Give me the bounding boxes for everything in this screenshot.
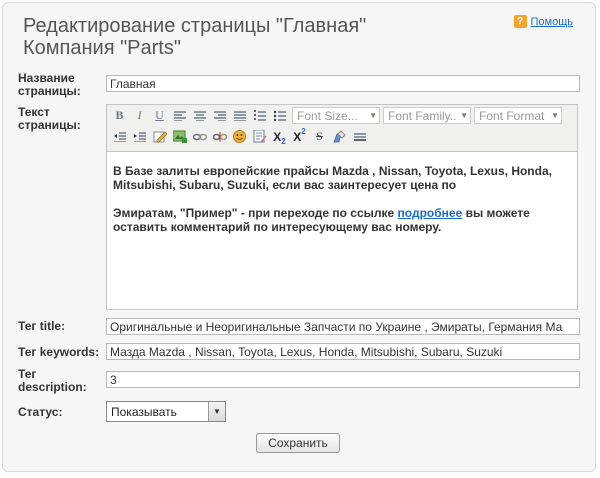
editor-content[interactable]: В Базе залиты европейские прайсы Mazda ,… (107, 151, 577, 309)
description-label: Тег description: (18, 367, 87, 394)
align-justify-icon[interactable] (230, 106, 249, 125)
keywords-label: Тег keywords: (18, 345, 100, 359)
align-right-icon[interactable] (210, 106, 229, 125)
status-select-value: Показывать (111, 404, 177, 419)
page-title: Редактирование страницы "Главная" Компан… (23, 15, 463, 59)
title-tag-input[interactable]: Оригинальные и Неоригинальные Запчасти п… (106, 318, 580, 335)
help[interactable]: ? Помощь (513, 15, 574, 28)
edit-icon[interactable] (150, 127, 169, 146)
unordered-list-icon[interactable] (270, 106, 289, 125)
italic-icon[interactable]: I (130, 106, 149, 125)
align-center-icon[interactable] (190, 106, 209, 125)
editor-toolbar-row2: X2 X2 S (107, 126, 577, 147)
bold-icon[interactable]: B (110, 106, 129, 125)
image-icon[interactable] (170, 127, 189, 146)
chevron-down-icon: ▼ (369, 111, 377, 120)
page-title-line2: Компания "Parts" (23, 37, 181, 59)
emoticon-icon[interactable] (230, 127, 249, 146)
outdent-icon[interactable] (110, 127, 129, 146)
help-link[interactable]: Помощь (531, 16, 574, 28)
clean-icon[interactable] (330, 127, 349, 146)
subscript-icon[interactable]: X2 (270, 127, 289, 147)
font-format-select[interactable]: Font Format ▼ (474, 107, 562, 124)
editor-paragraph-2: Эмиратам, "Пример" - при переходе по ссы… (113, 206, 571, 234)
indent-icon[interactable] (130, 127, 149, 146)
description-input[interactable]: 3 (106, 371, 580, 388)
font-format-placeholder: Font Format (479, 108, 545, 123)
help-icon[interactable]: ? (513, 15, 527, 28)
font-family-select[interactable]: Font Family.. ▼ (383, 107, 471, 124)
chevron-down-icon: ▼ (460, 111, 468, 120)
font-size-placeholder: Font Size... (297, 108, 358, 123)
link-icon[interactable] (190, 127, 209, 146)
paragraph-2-text-start: Эмиратам, "Пример" - при переходе по ссы… (113, 206, 398, 220)
status-select[interactable]: Показывать ▼ (106, 401, 226, 422)
align-left-icon[interactable] (170, 106, 189, 125)
rich-text-editor: B I U Font Size... ▼ Font Family.. ▼ Font … (106, 104, 578, 310)
underline-icon[interactable]: U (150, 106, 169, 125)
save-button[interactable]: Сохранить (256, 433, 340, 453)
page-title-line1: Редактирование страницы "Главная" (23, 15, 367, 37)
code-icon[interactable] (250, 127, 269, 146)
editor-toolbar-row1: B I U Font Size... ▼ Font Family.. ▼ Font … (107, 105, 577, 126)
strikethrough-icon[interactable]: S (310, 127, 329, 146)
ordered-list-icon[interactable] (250, 106, 269, 125)
page-name-label: Название страницы: (18, 71, 81, 98)
unlink-icon[interactable] (210, 127, 229, 146)
page-text-label: Текст страницы: (18, 105, 81, 132)
title-tag-label: Тег title: (18, 319, 66, 333)
editor-paragraph-1: В Базе залиты европейские прайсы Mazda ,… (113, 164, 552, 192)
chevron-down-icon: ▼ (551, 111, 559, 120)
font-size-select[interactable]: Font Size... ▼ (292, 107, 380, 124)
details-link[interactable]: подробнее (398, 206, 463, 220)
superscript-icon[interactable]: X2 (290, 127, 309, 146)
font-family-placeholder: Font Family.. (388, 108, 457, 123)
page-name-input[interactable]: Главная (106, 75, 580, 92)
horizontal-rule-icon[interactable] (350, 127, 369, 146)
chevron-down-icon[interactable]: ▼ (208, 402, 225, 421)
keywords-input[interactable]: Мазда Mazda , Nissan, Toyota, Lexus, Hon… (106, 343, 580, 360)
status-label: Статус: (18, 405, 63, 419)
